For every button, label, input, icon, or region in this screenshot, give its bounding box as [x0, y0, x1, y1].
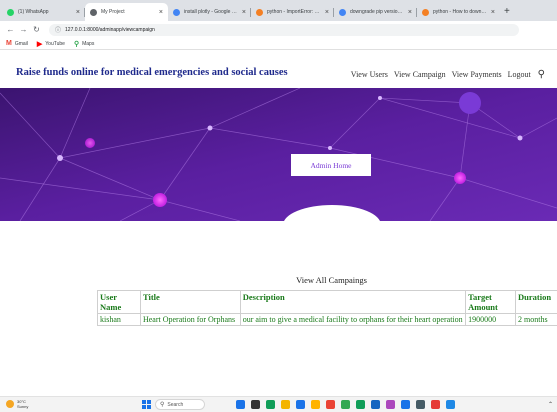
start-tile [142, 400, 146, 404]
header-description: Description [239, 290, 467, 314]
site-header: Raise funds online for medical emergenci… [0, 50, 557, 88]
tab-label: python - ImportError: cannot [267, 9, 322, 15]
tab-label: (1) WhatsApp [18, 9, 49, 15]
stackoverflow-icon [422, 8, 429, 16]
browser-tab-google-search[interactable]: install plotly - Google Search × [168, 3, 251, 21]
header-user-name: User Name [97, 290, 141, 314]
close-icon[interactable]: × [491, 9, 495, 16]
taskbar-app-icon[interactable] [386, 400, 395, 409]
url-text: 127.0.0.1:8000/adminapp/viewcampaign [65, 26, 155, 33]
table-header-row: User Name Title Description Target Amoun… [97, 290, 557, 314]
browser-tab-bar: (1) WhatsApp × My Project × install plot… [0, 0, 557, 21]
header-target-amount: Target Amount [465, 290, 517, 314]
bookmark-label: YouTube [45, 40, 65, 47]
stackoverflow-icon [256, 8, 263, 16]
globe-icon [90, 8, 97, 16]
windows-start-icon[interactable] [142, 400, 151, 409]
search-icon[interactable]: ⚲ [538, 69, 545, 80]
tab-label: python - How to downgrade [433, 9, 488, 15]
cell-target-amount: 1900000 [465, 313, 517, 326]
url-input[interactable]: ⓘ 127.0.0.1:8000/adminapp/viewcampaign [49, 23, 519, 36]
bookmark-label: Gmail [14, 40, 28, 47]
tab-label: downgrade pip version - G [350, 9, 405, 15]
taskbar-app-icon[interactable] [356, 400, 365, 409]
google-icon [339, 8, 346, 16]
weather-text: 30°C Sunny [17, 399, 28, 409]
close-icon[interactable]: × [242, 9, 246, 16]
weather-desc: Sunny [17, 404, 29, 409]
taskbar-app-icon[interactable] [266, 400, 275, 409]
chevron-up-icon[interactable]: ⌃ [548, 401, 553, 408]
taskbar-app-icon[interactable] [341, 400, 350, 409]
browser-tab-my-project[interactable]: My Project × [85, 3, 168, 21]
sun-icon [6, 400, 14, 408]
bookmark-gmail[interactable]: M Gmail [6, 40, 28, 47]
menu-logout[interactable]: Logout [508, 70, 531, 79]
taskbar-app-icon[interactable] [401, 400, 410, 409]
cell-user-name: kishan [97, 313, 141, 326]
hero-banner: Admin Home [0, 88, 557, 221]
campaigns-table: User Name Title Description Target Amoun… [97, 290, 557, 326]
menu-view-users[interactable]: View Users [351, 70, 388, 79]
site-brand[interactable]: Raise funds online for medical emergenci… [16, 67, 288, 78]
bookmark-youtube[interactable]: ▶ YouTube [37, 40, 65, 48]
browser-tab-stackoverflow-1[interactable]: python - ImportError: cannot × [251, 3, 334, 21]
forward-arrow-icon[interactable]: → [17, 25, 30, 34]
tab-label: install plotly - Google Search [184, 9, 239, 15]
taskbar-search-label: Search [167, 401, 184, 408]
menu-view-payments[interactable]: View Payments [452, 70, 502, 79]
gmail-icon: M [6, 40, 12, 47]
close-icon[interactable]: × [159, 9, 163, 16]
taskbar-app-icon[interactable] [446, 400, 455, 409]
campaigns-table-container: User Name Title Description Target Amoun… [97, 290, 557, 350]
taskbar-app-icons [236, 400, 461, 409]
menu-view-campaign[interactable]: View Campaign [394, 70, 446, 79]
taskbar-app-icon[interactable] [326, 400, 335, 409]
cell-duration: 2 months [515, 313, 557, 326]
start-tile [147, 400, 151, 404]
network-background [0, 88, 557, 221]
table-title: View All Campaings [296, 275, 367, 285]
taskbar: 30°C Sunny ⚲ Search ⌃ [0, 396, 557, 412]
maps-icon: ⚲ [73, 40, 80, 48]
cell-description: our aim to give a medical facility to or… [239, 313, 467, 326]
taskbar-app-icon[interactable] [311, 400, 320, 409]
taskbar-search-input[interactable]: ⚲ Search [155, 399, 205, 410]
youtube-icon: ▶ [36, 40, 43, 48]
bookmark-label: Maps [82, 40, 95, 47]
browser-tab-whatsapp[interactable]: (1) WhatsApp × [2, 3, 85, 21]
table-row: kishan Heart Operation for Orphans our a… [97, 313, 557, 326]
reload-icon[interactable]: ↻ [30, 25, 43, 34]
bookmarks-bar: M Gmail ▶ YouTube ⚲ Maps [0, 38, 557, 50]
taskbar-app-icon[interactable] [236, 400, 245, 409]
header-duration: Duration [515, 290, 557, 314]
taskbar-app-icon[interactable] [431, 400, 440, 409]
start-tile [147, 405, 151, 409]
close-icon[interactable]: × [408, 9, 412, 16]
tab-label: My Project [101, 9, 125, 15]
close-icon[interactable]: × [325, 9, 329, 16]
taskbar-app-icon[interactable] [416, 400, 425, 409]
cell-title: Heart Operation for Orphans [139, 313, 241, 326]
taskbar-app-icon[interactable] [371, 400, 380, 409]
browser-tab-google-downgrade[interactable]: downgrade pip version - G × [334, 3, 417, 21]
weather-widget[interactable]: 30°C Sunny [6, 399, 28, 409]
google-icon [173, 8, 180, 16]
start-tile [142, 405, 146, 409]
header-title: Title [139, 290, 241, 314]
bookmark-maps[interactable]: ⚲ Maps [74, 40, 94, 48]
search-icon: ⚲ [160, 402, 165, 408]
whatsapp-icon [7, 8, 14, 16]
address-bar-row: ← → ↻ ⓘ 127.0.0.1:8000/adminapp/viewcamp… [0, 21, 557, 38]
new-tab-button[interactable]: + [500, 3, 514, 21]
info-icon[interactable]: ⓘ [55, 25, 61, 34]
close-icon[interactable]: × [76, 9, 80, 16]
site-menu: View Users View Campaign View Payments L… [345, 69, 545, 80]
taskbar-app-icon[interactable] [251, 400, 260, 409]
browser-tab-stackoverflow-2[interactable]: python - How to downgrade × [417, 3, 500, 21]
taskbar-app-icon[interactable] [281, 400, 290, 409]
back-arrow-icon[interactable]: ← [4, 25, 17, 34]
admin-home-button[interactable]: Admin Home [291, 154, 371, 176]
taskbar-app-icon[interactable] [296, 400, 305, 409]
